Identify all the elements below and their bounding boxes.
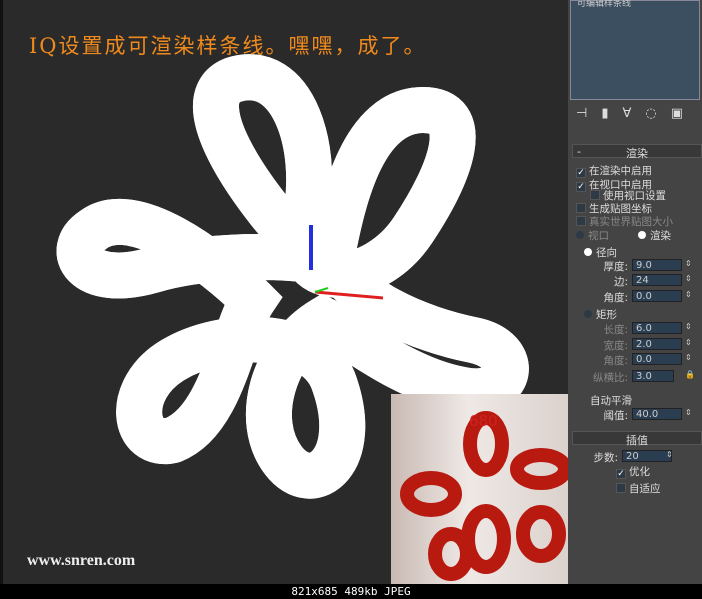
length-label: 长度: — [603, 324, 628, 336]
stack-icon[interactable]: ▮ — [601, 106, 608, 121]
aspect-label: 纵横比: — [592, 372, 628, 384]
render-radio[interactable]: 渲染 — [638, 228, 671, 243]
lock-icon[interactable]: ◌ — [645, 106, 656, 121]
aspect-spinner[interactable]: 3.0 — [632, 370, 674, 382]
thickness-spinner[interactable]: 9.0 — [632, 259, 682, 271]
width-label: 宽度: — [603, 340, 628, 352]
viewport[interactable]: IQ设置成可渲染样条线。嘿嘿，成了。 www.snren.com 680 — [0, 0, 584, 584]
watermark: www.snren.com — [27, 552, 136, 569]
enable-in-render-checkbox[interactable]: ✓ 在渲染中启用 — [576, 163, 652, 178]
radial-radio[interactable]: 径向 — [584, 245, 617, 260]
image-info-bar: 821x685 489kb JPEG — [291, 585, 411, 598]
funnel-icon[interactable]: ∀ — [622, 106, 631, 121]
steps-spinner[interactable]: 20 — [622, 450, 672, 462]
length-spinner[interactable]: 6.0 — [632, 322, 682, 334]
config-icon[interactable]: ▣ — [671, 106, 683, 121]
rollout-interpolation[interactable]: 插值 — [572, 431, 702, 447]
thickness-label: 厚度: — [603, 261, 628, 273]
stack-item[interactable]: 可编辑样条线 — [577, 0, 631, 9]
rollout-rendering[interactable]: - 渲染 — [572, 144, 702, 160]
sides-spinner[interactable]: 24 — [632, 274, 682, 286]
command-panel: 可编辑样条线 ⊣ ▮ ∀ ◌ ▣ - 渲染 ✓ 在渲染中启用 ✓ 在视口中启用 使用视口设置 … — [568, 0, 702, 584]
pin-icon[interactable]: ⊣ — [576, 106, 587, 121]
threshold-spinner[interactable]: 40.0 — [632, 408, 682, 420]
aspect-lock-icon[interactable]: 🔒 — [685, 370, 695, 379]
angle-spinner[interactable]: 0.0 — [632, 290, 682, 302]
rect-angle-label: 角度: — [603, 355, 628, 367]
caption: IQ设置成可渲染样条线。嘿嘿，成了。 — [29, 34, 427, 58]
threshold-label: 阈值: — [603, 410, 628, 422]
width-spinner[interactable]: 2.0 — [632, 338, 682, 350]
rect-angle-spinner[interactable]: 0.0 — [632, 353, 682, 365]
render-photo: 680 — [391, 394, 584, 584]
sides-label: 边: — [613, 276, 628, 288]
steps-label: 步数: — [593, 452, 618, 464]
angle-label: 角度: — [603, 292, 628, 304]
modifier-stack-list[interactable]: 可编辑样条线 — [570, 0, 700, 100]
photo-label: 680 — [469, 412, 498, 430]
adaptive-checkbox[interactable]: 自适应 — [616, 481, 661, 496]
real-world-size-checkbox[interactable]: 真实世界贴图大小 — [576, 214, 673, 229]
optimize-checkbox[interactable]: ✓ 优化 — [616, 464, 650, 479]
auto-smooth-checkbox[interactable]: 自动平滑 — [590, 393, 632, 408]
rectangular-radio[interactable]: 矩形 — [584, 307, 617, 322]
viewport-radio[interactable]: 视口 — [576, 228, 609, 243]
